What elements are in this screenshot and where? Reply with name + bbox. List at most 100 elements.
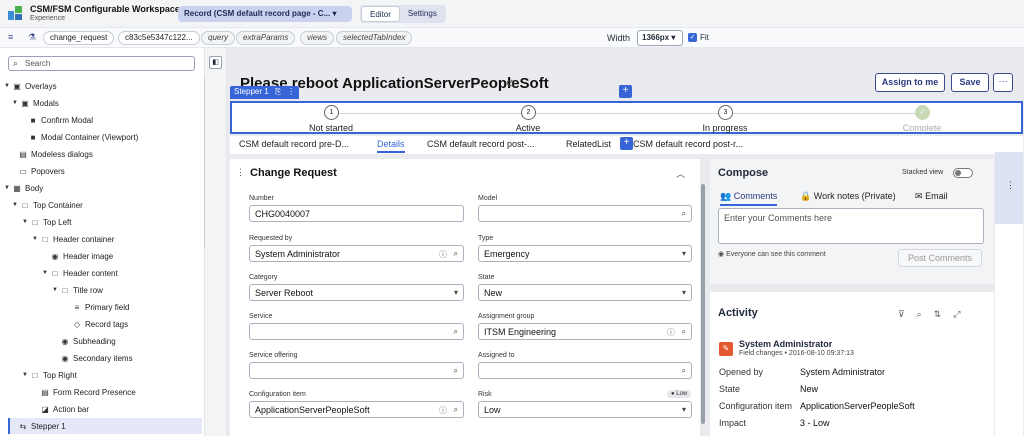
- search-icon[interactable]: ⌕: [454, 366, 458, 376]
- search-icon[interactable]: ⌕: [454, 249, 458, 259]
- info-icon[interactable]: ⓘ: [439, 405, 447, 416]
- step-circle-3[interactable]: 3: [718, 105, 733, 120]
- settings-tab[interactable]: Settings: [400, 6, 445, 22]
- stepper-track: [332, 113, 922, 114]
- param-chip-table[interactable]: change_request: [43, 31, 115, 45]
- search-icon[interactable]: ⌕: [682, 327, 686, 337]
- assignment-group-field[interactable]: ITSM Engineering ⓘ ⌕: [478, 323, 692, 340]
- flask-icon[interactable]: ⚗: [28, 32, 36, 43]
- param-chip-views[interactable]: views: [300, 31, 335, 45]
- state-select[interactable]: New ▾: [478, 284, 692, 301]
- save-button[interactable]: Save: [951, 73, 989, 92]
- right-rail: ⋮: [995, 152, 1023, 436]
- stepper-tag-label: Stepper 1: [234, 87, 269, 96]
- param-chip-selectedtab[interactable]: selectedTabIndex: [336, 31, 413, 45]
- tab-related-list[interactable]: RelatedList: [566, 139, 611, 149]
- assignment-group-value: ITSM Engineering: [484, 327, 557, 337]
- assign-to-me-button[interactable]: Assign to me: [875, 73, 945, 92]
- search-icon[interactable]: ⌕: [682, 209, 686, 219]
- page-selector[interactable]: Record (CSM default record page - C... ▾: [178, 6, 352, 22]
- requested-by-field[interactable]: System Administrator ⓘ ⌕: [249, 245, 464, 262]
- search-icon[interactable]: ⌕: [454, 327, 458, 337]
- tree-item-body[interactable]: ▼ ▦ Body: [4, 180, 43, 196]
- tree-item-header-image[interactable]: ◉ Header image: [50, 248, 114, 264]
- tree-item-confirm-modal[interactable]: ■ Confirm Modal: [28, 112, 93, 128]
- type-select[interactable]: Emergency ▾: [478, 245, 692, 262]
- tree-item-top-left[interactable]: ▼ □ Top Left: [22, 214, 71, 230]
- add-tab-button[interactable]: +: [620, 137, 633, 150]
- step-circle-4[interactable]: ✓: [915, 105, 930, 120]
- search-icon[interactable]: ⌕: [917, 309, 934, 319]
- tree-label: Modal Container (Viewport): [41, 132, 139, 142]
- kebab-icon[interactable]: ⋮: [287, 87, 295, 98]
- drag-handle-icon[interactable]: ⋮: [236, 167, 245, 178]
- tab-post-1[interactable]: CSM default record post-...: [427, 139, 535, 149]
- category-label: Category: [249, 274, 278, 281]
- model-field[interactable]: ⌕: [478, 205, 692, 222]
- more-actions-button[interactable]: ···: [993, 73, 1013, 92]
- search-icon[interactable]: ⌕: [682, 366, 686, 376]
- tree-item-stepper-1[interactable]: ⇆ Stepper 1: [8, 418, 202, 434]
- info-icon[interactable]: ⓘ: [439, 249, 447, 260]
- tree-item-primary-field[interactable]: ≡ Primary field: [72, 299, 130, 315]
- menu-icon[interactable]: ≡: [8, 32, 13, 42]
- width-select[interactable]: 1366px ▾: [637, 30, 683, 46]
- info-icon[interactable]: ⓘ: [667, 327, 675, 338]
- number-field[interactable]: CHG0040007: [249, 205, 464, 222]
- tab-work-notes[interactable]: 🔒 Work notes (Private): [800, 191, 896, 202]
- step-circle-1[interactable]: 1: [324, 105, 339, 120]
- tree-item-popovers[interactable]: ▭ Popovers: [18, 163, 65, 179]
- tab-post-2[interactable]: CSM default record post-r...: [633, 139, 743, 149]
- expand-icon[interactable]: ⤢: [953, 309, 972, 319]
- comment-textarea[interactable]: Enter your Comments here: [718, 208, 984, 244]
- tree-item-action-bar[interactable]: ◪ Action bar: [40, 401, 89, 417]
- tab-comments[interactable]: 👥 Comments: [720, 191, 778, 206]
- search-icon[interactable]: ⌕: [454, 405, 458, 415]
- record-tag-icon[interactable]: ⊘: [506, 78, 514, 89]
- form-scrollbar[interactable]: [701, 184, 705, 424]
- tree-search-input[interactable]: ⌕ Search: [8, 56, 195, 71]
- tree-item-modals[interactable]: ▼ ▣ Modals: [12, 95, 59, 111]
- stepper-icon: ⇆: [19, 421, 27, 431]
- tree-item-top-right[interactable]: ▼ □ Top Right: [22, 367, 77, 383]
- add-component-top-button[interactable]: +: [619, 85, 632, 98]
- category-select[interactable]: Server Reboot ▾: [249, 284, 464, 301]
- assigned-to-field[interactable]: ⌕: [478, 362, 692, 379]
- tree-item-record-tags[interactable]: ◇ Record tags: [72, 316, 128, 332]
- param-chip-sysid[interactable]: c83c5e5347c122...: [118, 31, 200, 45]
- link-icon[interactable]: ⎘: [275, 87, 281, 98]
- tree-item-modeless-dialogs[interactable]: ▤ Modeless dialogs: [18, 146, 93, 162]
- tree-item-header-container[interactable]: ▼ □ Header container: [32, 231, 114, 247]
- tab-details[interactable]: Details: [377, 139, 405, 153]
- stepper-selection-tag[interactable]: Stepper 1 ⎘ ⋮: [230, 86, 300, 99]
- tree-item-overlays[interactable]: ▼ ▣ Overlays: [4, 78, 57, 94]
- tab-email[interactable]: ✉ Email: [915, 191, 948, 202]
- param-chip-query[interactable]: query: [201, 31, 236, 45]
- tree-item-form-record-presence[interactable]: ▤ Form Record Presence: [40, 384, 135, 400]
- tab-pre-details[interactable]: CSM default record pre-D...: [239, 139, 349, 149]
- config-item-field[interactable]: ApplicationServerPeopleSoft ⓘ ⌕: [249, 401, 464, 418]
- filter-icon[interactable]: ⊽: [898, 309, 917, 319]
- tree-label: Confirm Modal: [41, 115, 94, 125]
- post-comments-button[interactable]: Post Comments: [898, 249, 982, 267]
- risk-select[interactable]: Low ▾: [478, 401, 692, 418]
- step-circle-2[interactable]: 2: [521, 105, 536, 120]
- chevron-up-icon[interactable]: ︿: [676, 167, 685, 180]
- tree-item-modal-container[interactable]: ■ Modal Container (Viewport): [28, 129, 139, 145]
- tag-icon: ◇: [73, 319, 81, 329]
- tree-item-title-row[interactable]: ▼ □ Title row: [52, 282, 103, 298]
- tree-item-subheading[interactable]: ◉ Subheading: [60, 333, 116, 349]
- kebab-icon[interactable]: ⋮: [1006, 180, 1015, 191]
- collapse-panel-icon[interactable]: ◧: [209, 56, 222, 69]
- editor-tab[interactable]: Editor: [361, 6, 400, 22]
- service-field[interactable]: ⌕: [249, 323, 464, 340]
- tree-item-secondary-items[interactable]: ◉ Secondary items: [60, 350, 133, 366]
- fit-checkbox[interactable]: ✓: [688, 33, 697, 42]
- tree-item-top-container[interactable]: ▼ □ Top Container: [12, 197, 83, 213]
- tree-item-header-content[interactable]: ▼ □ Header content: [42, 265, 118, 281]
- param-chip-extraparams[interactable]: extraParams: [236, 31, 296, 45]
- sort-icon[interactable]: ⇅: [934, 309, 954, 319]
- activity-avatar: ✎: [719, 342, 733, 356]
- service-offering-field[interactable]: ⌕: [249, 362, 464, 379]
- stacked-view-toggle[interactable]: [953, 168, 973, 178]
